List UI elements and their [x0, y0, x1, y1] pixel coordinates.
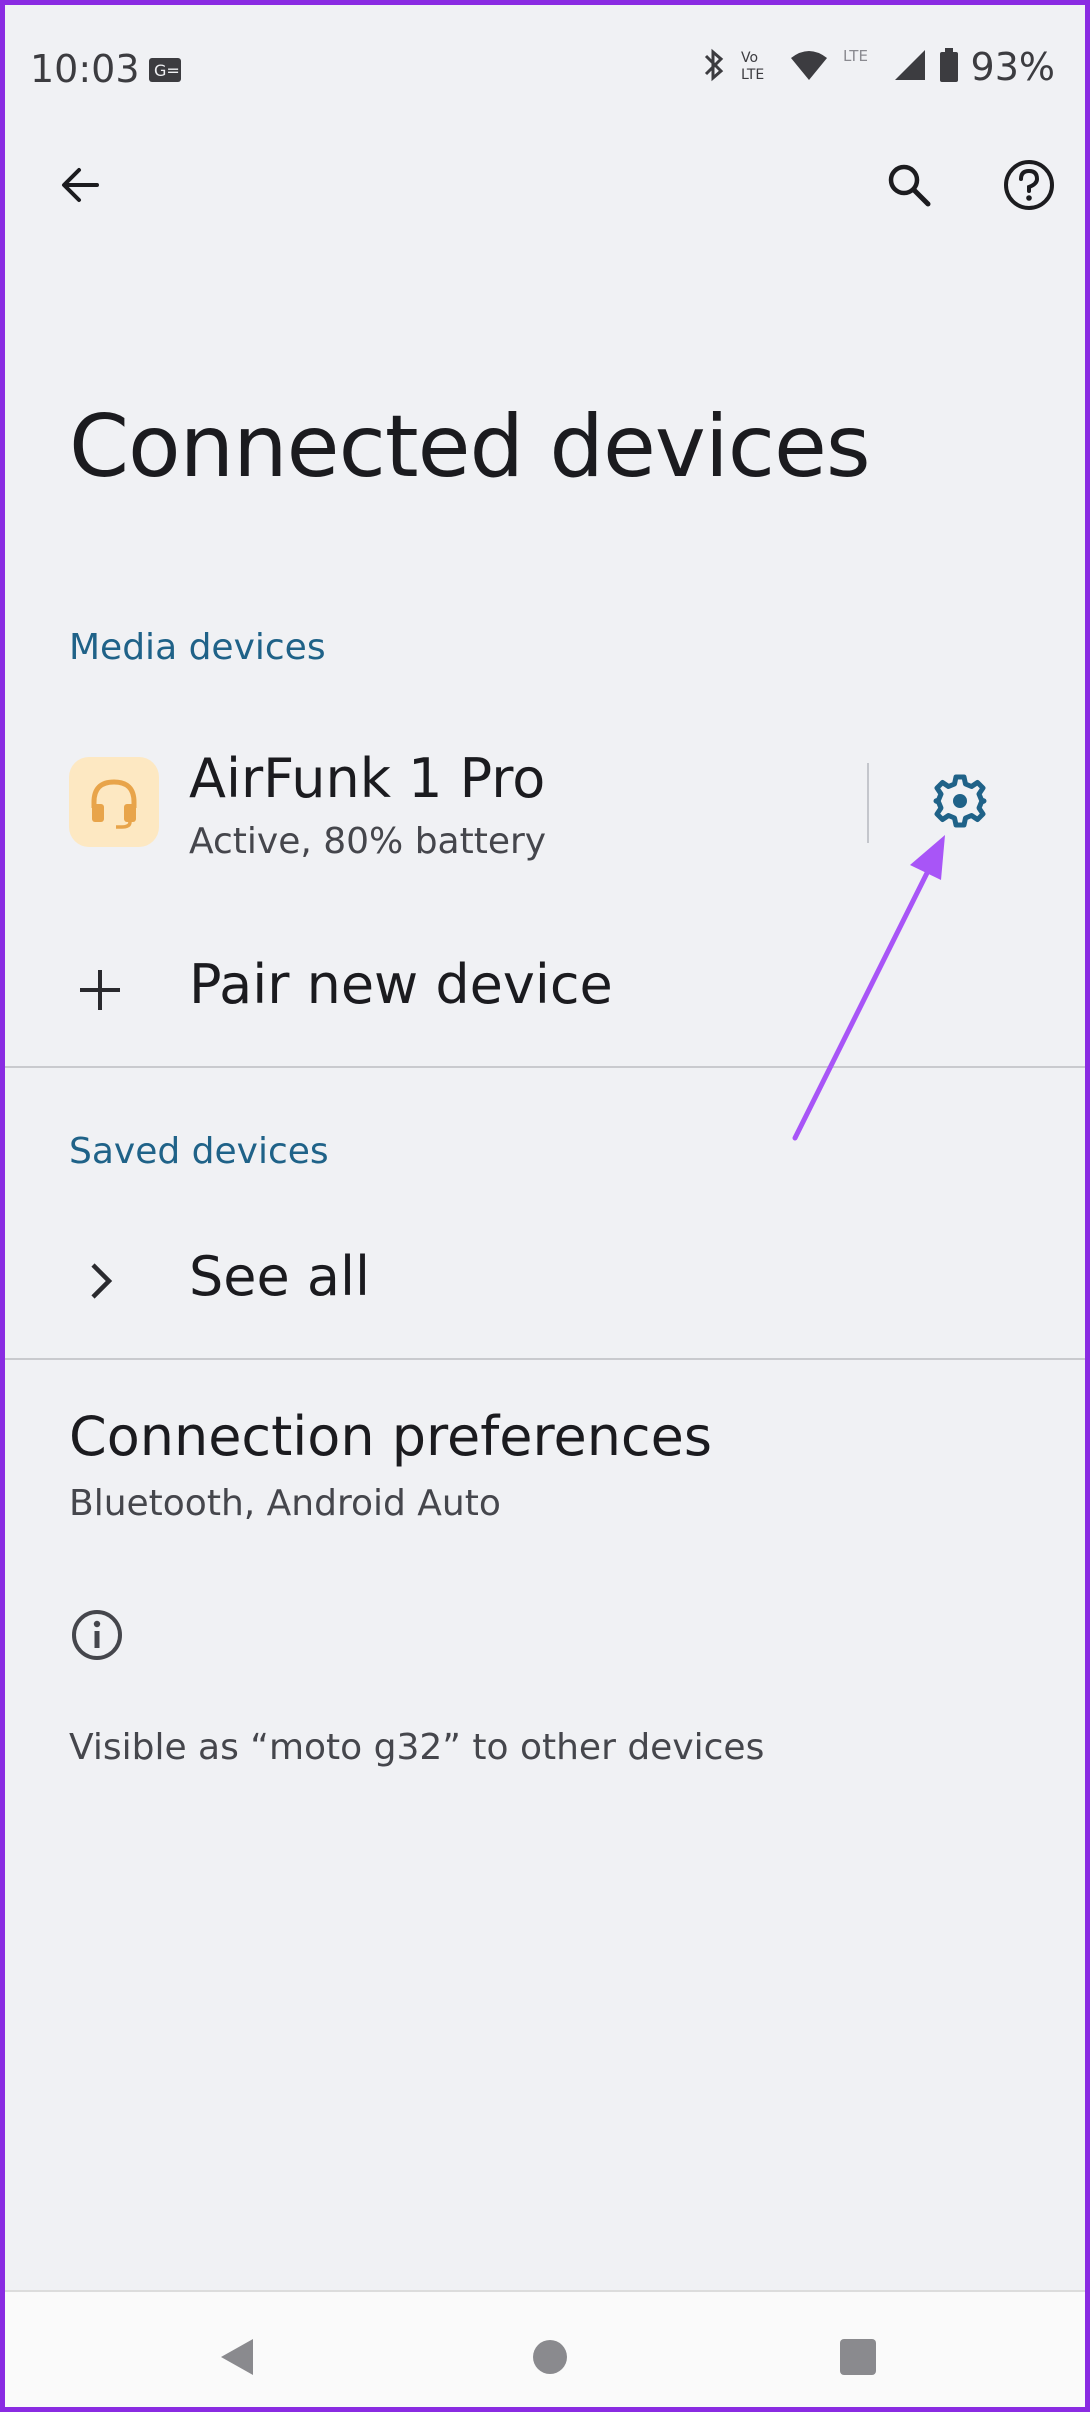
device-status: Active, 80% battery	[189, 821, 547, 862]
battery-icon	[939, 47, 959, 87]
volte-icon: Vo LTE	[739, 47, 777, 87]
plus-icon	[60, 950, 140, 1030]
sim-card-icon: G=	[148, 57, 182, 87]
visible-as-text: Visible as “moto g32” to other devices	[69, 1727, 765, 1768]
divider	[5, 1066, 1085, 1068]
screen: 10:03 G= Vo LTE LTE 93% Connected device…	[0, 0, 1090, 2412]
device-avatar	[69, 757, 159, 847]
status-time: 10:03	[30, 47, 140, 91]
page-title: Connected devices	[69, 397, 871, 497]
svg-text:LTE: LTE	[741, 67, 764, 83]
back-button[interactable]	[40, 145, 120, 225]
status-bar: 10:03 G= Vo LTE LTE 93%	[5, 5, 1085, 135]
help-button[interactable]	[989, 145, 1069, 225]
svg-text:Vo: Vo	[741, 50, 758, 66]
nav-recents-button[interactable]	[823, 2322, 893, 2392]
see-all-label: See all	[189, 1245, 370, 1308]
search-icon	[888, 164, 931, 207]
arrow-back-icon	[62, 168, 99, 202]
pair-new-device-row[interactable]: Pair new device	[5, 945, 1085, 1035]
connection-preferences-title: Connection preferences	[69, 1405, 712, 1468]
battery-percent: 93%	[970, 45, 1055, 89]
nav-back-button[interactable]	[202, 2322, 272, 2392]
annotation-arrow	[792, 835, 945, 1141]
saved-devices-header: Saved devices	[69, 1131, 329, 1172]
svg-text:LTE: LTE	[843, 47, 868, 65]
gear-icon	[933, 774, 987, 828]
headset-icon	[91, 779, 137, 829]
see-all-row[interactable]: See all	[5, 1237, 1085, 1327]
device-row-airfunk[interactable]: AirFunk 1 Pro Active, 80% battery	[5, 735, 1085, 875]
device-settings-button[interactable]	[920, 761, 1000, 841]
pair-new-device-label: Pair new device	[189, 953, 613, 1016]
device-name: AirFunk 1 Pro	[189, 747, 546, 810]
device-divider	[867, 763, 869, 843]
nav-home-button[interactable]	[515, 2322, 585, 2392]
svg-text:G=: G=	[154, 61, 180, 80]
nav-back-icon	[221, 2339, 253, 2375]
navigation-bar	[5, 2290, 1085, 2407]
nav-recents-icon	[840, 2339, 876, 2375]
help-icon	[1004, 160, 1054, 210]
signal-icon	[893, 48, 927, 86]
wifi-icon	[789, 48, 829, 86]
status-icons: Vo LTE LTE 93%	[701, 45, 1055, 89]
chevron-right-icon	[60, 1241, 140, 1321]
bluetooth-icon	[701, 47, 727, 87]
lte-icon: LTE	[841, 47, 881, 87]
divider	[5, 1358, 1085, 1360]
search-button[interactable]	[869, 145, 949, 225]
info-icon	[67, 1605, 127, 1665]
connection-preferences-subtitle: Bluetooth, Android Auto	[69, 1483, 501, 1524]
nav-home-icon	[533, 2340, 567, 2374]
media-devices-header: Media devices	[69, 627, 326, 668]
